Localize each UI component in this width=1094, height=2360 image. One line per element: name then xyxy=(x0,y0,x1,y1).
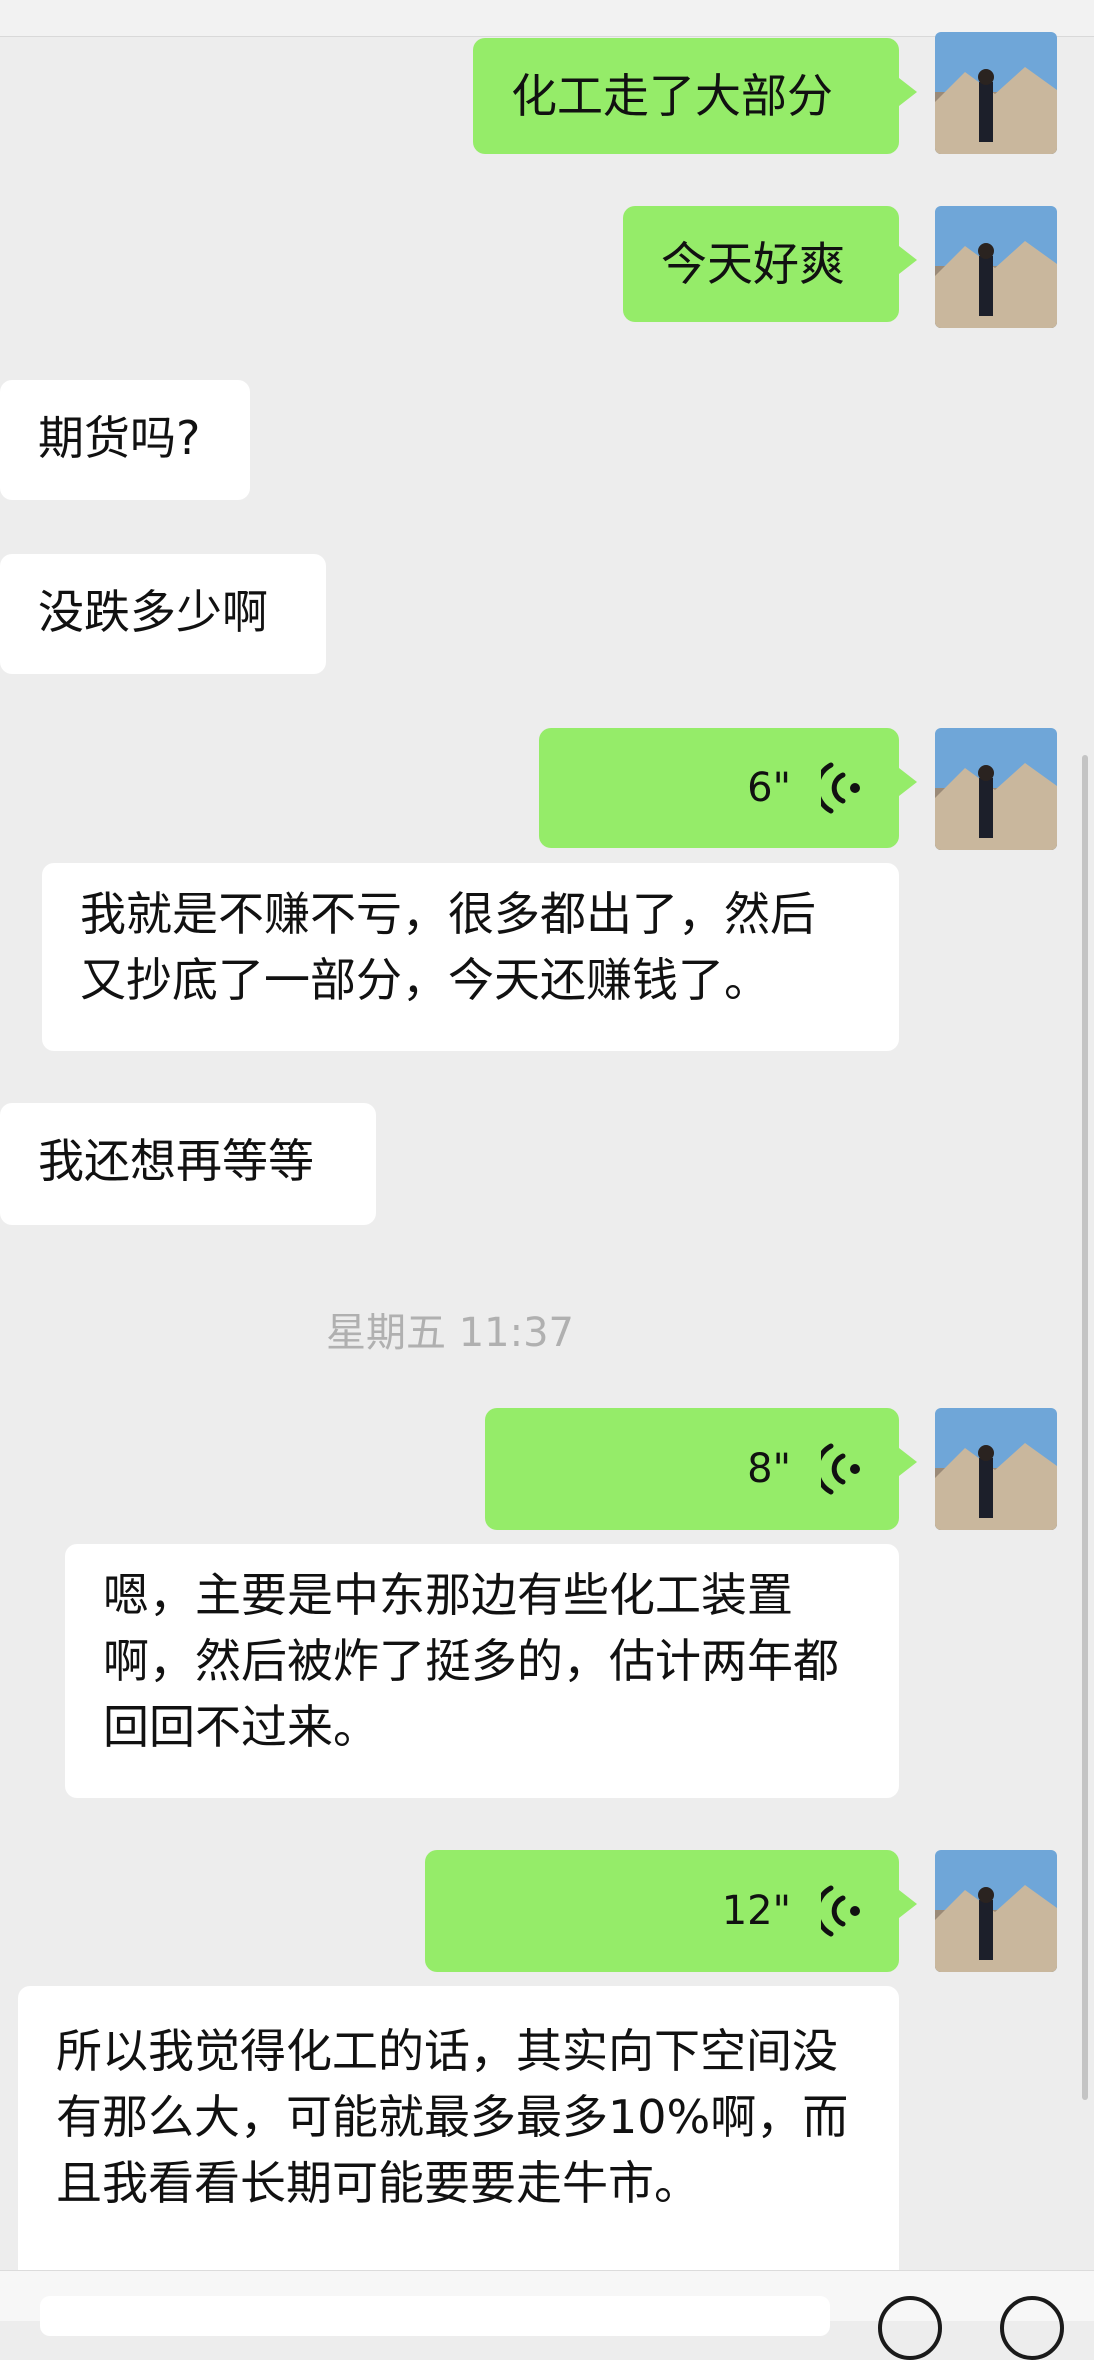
avatar-image xyxy=(935,32,1057,154)
avatar-image xyxy=(935,206,1057,328)
message-text: 我还想再等等 xyxy=(38,1134,314,1188)
chat-scrollbar[interactable] xyxy=(1082,755,1088,2100)
avatar-image xyxy=(935,1408,1057,1530)
avatar-image xyxy=(935,728,1057,850)
voice-transcript: 所以我觉得化工的话，其实向下空间没有那么大，可能就最多最多10%啊，而且我看看长… xyxy=(18,1986,899,2286)
avatar-image xyxy=(935,1850,1057,1972)
message-input[interactable] xyxy=(40,2296,830,2336)
message-bubble-sent[interactable]: 化工走了大部分 xyxy=(473,38,917,154)
voice-wave-icon xyxy=(821,1443,860,1495)
voice-message-bubble[interactable]: 6" xyxy=(539,728,917,848)
emoji-button-icon[interactable] xyxy=(878,2296,942,2360)
message-bubble-sent[interactable]: 今天好爽 xyxy=(623,206,917,322)
message-text: 没跌多少啊 xyxy=(38,585,268,639)
avatar-self[interactable] xyxy=(935,206,1057,328)
avatar-self[interactable] xyxy=(935,728,1057,850)
voice-wave-icon xyxy=(821,762,860,814)
message-bubble-received[interactable]: 期货吗? xyxy=(0,380,250,500)
voice-transcript: 嗯，主要是中东那边有些化工装置啊，然后被炸了挺多的，估计两年都回回不过来。 xyxy=(65,1544,899,1798)
message-text: 化工走了大部分 xyxy=(511,69,833,123)
header-divider xyxy=(0,0,1094,37)
chat-timestamp: 星期五 11:37 xyxy=(326,1310,574,1356)
voice-duration: 8" xyxy=(747,1446,791,1492)
voice-duration: 12" xyxy=(721,1888,791,1934)
voice-message-bubble[interactable]: 8" xyxy=(485,1408,917,1530)
voice-wave-icon xyxy=(821,1885,860,1937)
voice-transcript: 我就是不赚不亏，很多都出了，然后又抄底了一部分，今天还赚钱了。 xyxy=(42,863,899,1051)
voice-message-bubble[interactable]: 12" xyxy=(425,1850,917,1972)
voice-duration: 6" xyxy=(747,765,791,811)
avatar-self[interactable] xyxy=(935,32,1057,154)
message-bubble-received[interactable]: 没跌多少啊 xyxy=(0,554,326,674)
message-bubble-received[interactable]: 我还想再等等 xyxy=(0,1103,376,1225)
avatar-self[interactable] xyxy=(935,1850,1057,1972)
more-button-icon[interactable] xyxy=(1000,2296,1064,2360)
message-text: 今天好爽 xyxy=(661,237,845,291)
message-text: 期货吗? xyxy=(38,411,201,465)
avatar-self[interactable] xyxy=(935,1408,1057,1530)
